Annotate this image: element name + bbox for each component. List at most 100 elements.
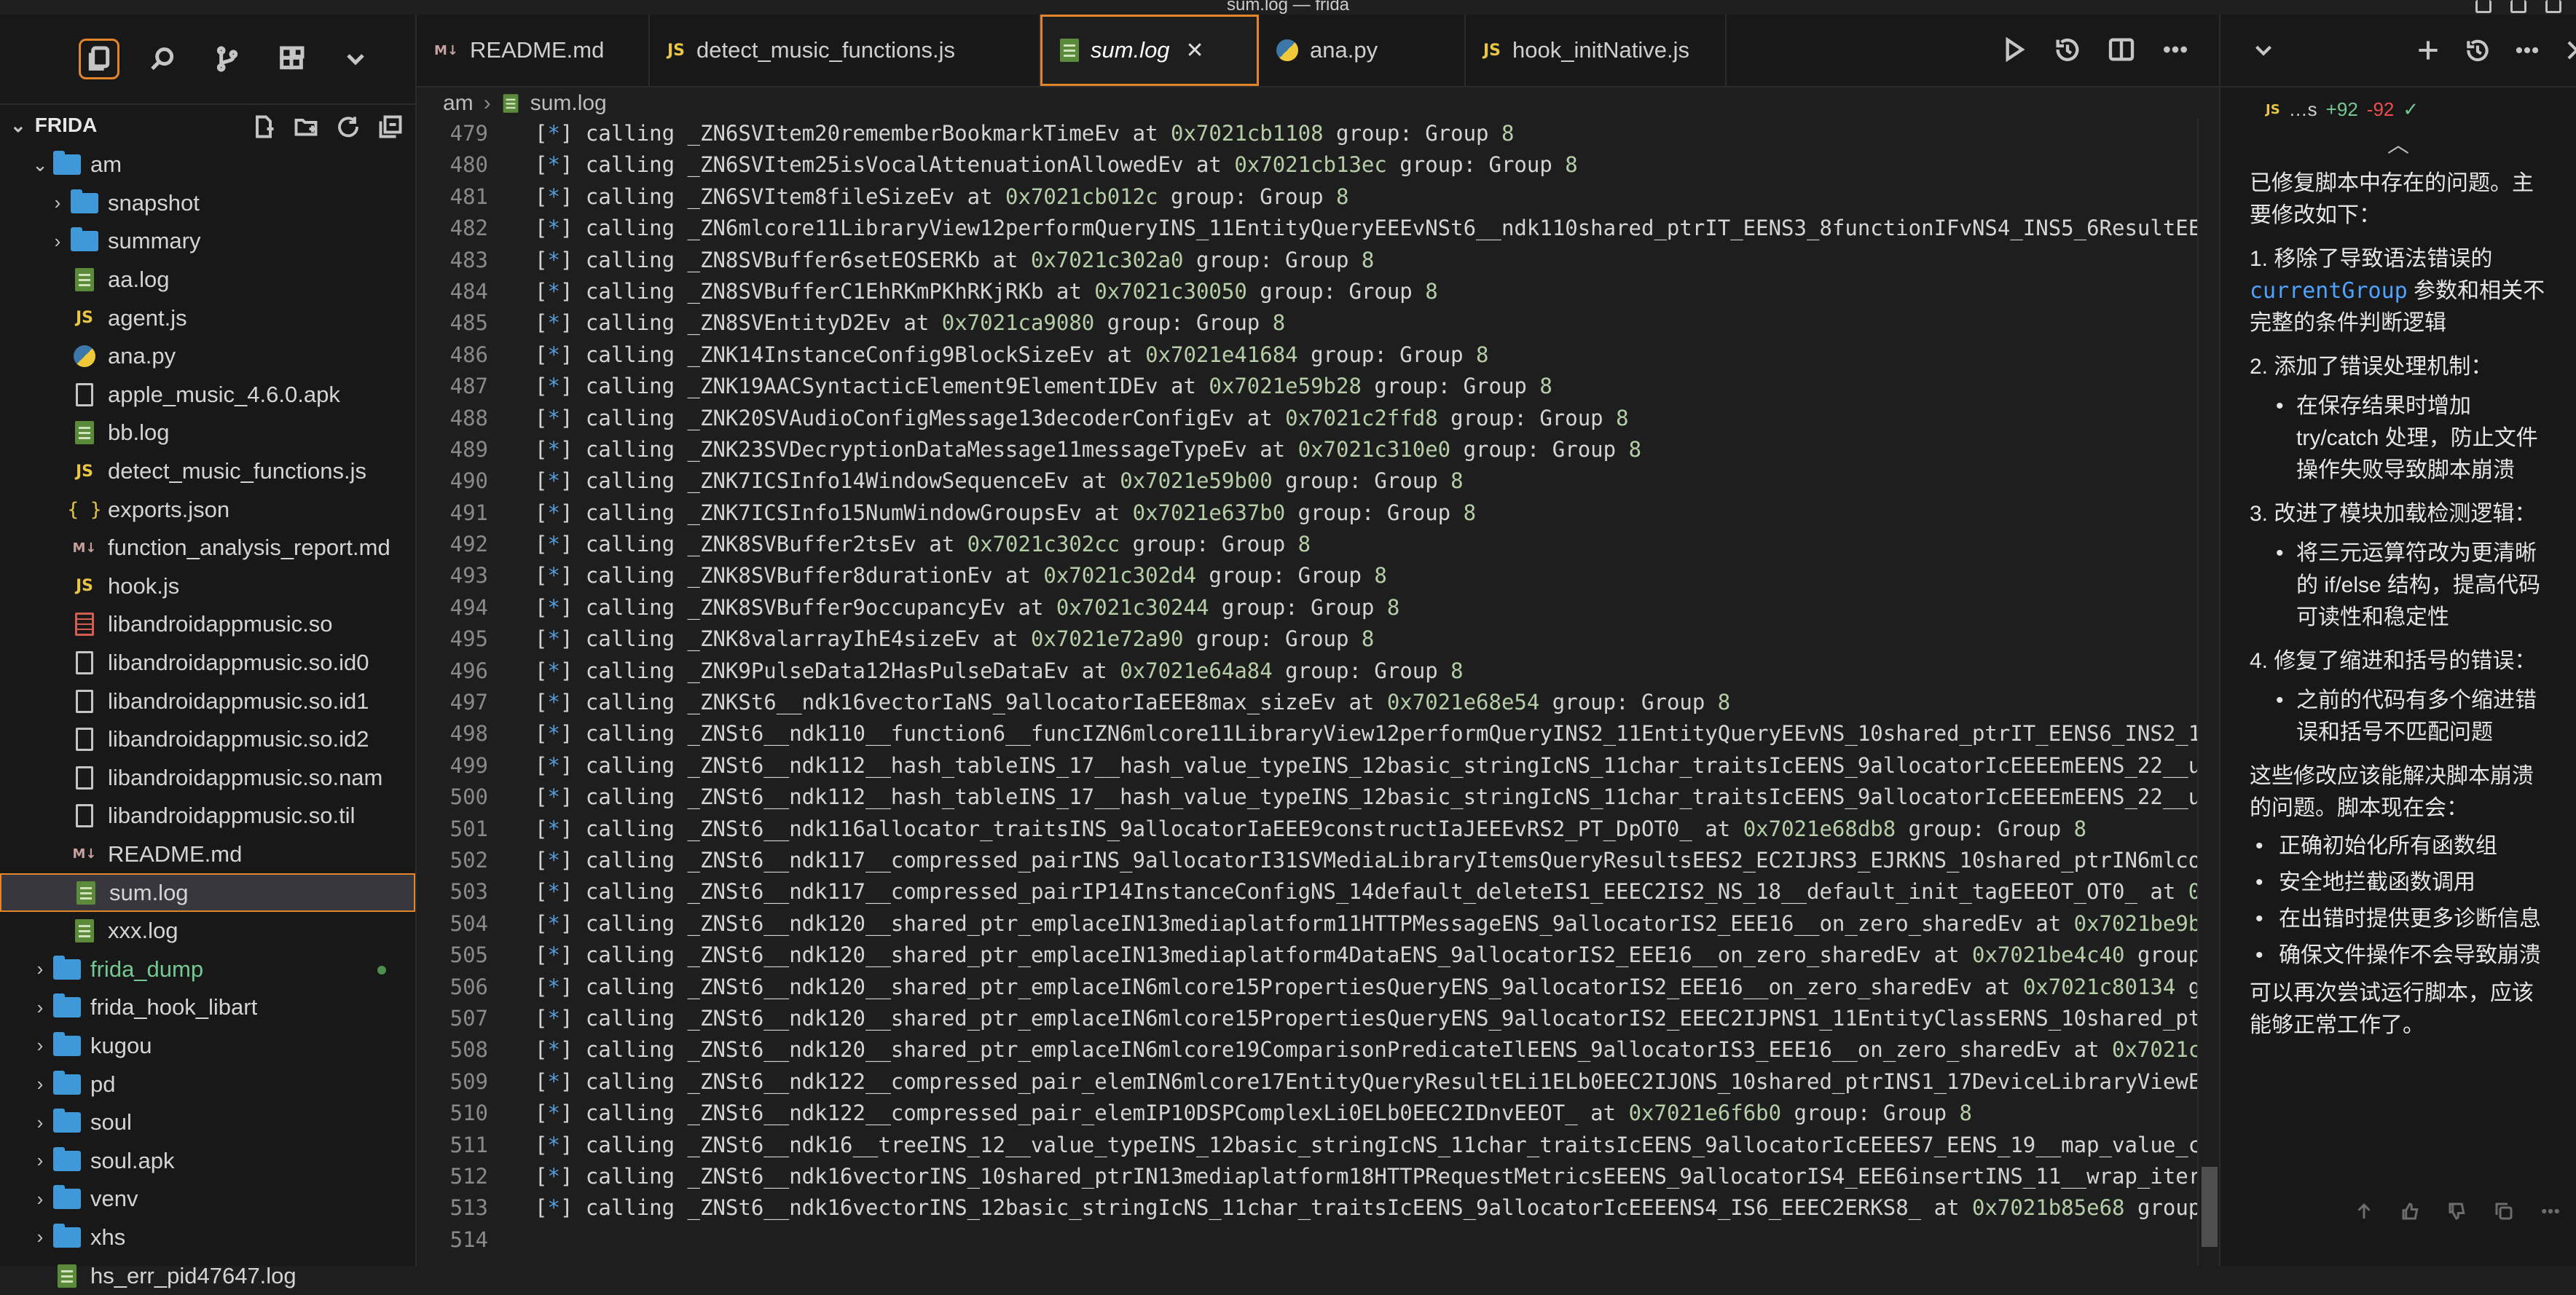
tree-item-label: libandroidappmusic.so.til xyxy=(108,803,356,829)
more-icon[interactable] xyxy=(2513,36,2541,64)
tree-item-label: soul xyxy=(90,1109,132,1135)
address-value: 0x7021e59b00 xyxy=(1120,468,1273,494)
extensions-icon[interactable] xyxy=(271,39,312,79)
tab-readme-md[interactable]: M↓ README.md xyxy=(417,15,650,86)
group-text: group: Group 8 xyxy=(1158,184,1349,209)
tree-file[interactable]: JS agent.js xyxy=(0,299,415,337)
tree-file[interactable]: JS detect_music_functions.js xyxy=(0,452,415,491)
history-icon[interactable] xyxy=(2464,36,2491,64)
new-file-icon[interactable] xyxy=(251,114,277,140)
tree-folder[interactable]: › pd xyxy=(0,1065,415,1103)
refresh-icon[interactable] xyxy=(335,114,361,140)
chevron-up-icon[interactable]: ︿ xyxy=(2220,131,2576,160)
tree-folder[interactable]: › soul.apk xyxy=(0,1141,415,1180)
file-icon-wrapper xyxy=(68,804,101,828)
code-text: [*] calling _ZNK23SVDecryptionDataMessag… xyxy=(535,436,1642,462)
tree-file[interactable]: sum.log xyxy=(0,873,415,912)
code-view[interactable]: 479 [*] calling _ZN6SVItem20rememberBookm… xyxy=(417,118,2219,1266)
tree-file[interactable]: apple_music_4.6.0.apk xyxy=(0,376,415,414)
code-text: [*] calling _ZNK19AACSyntacticElement9El… xyxy=(535,374,1552,399)
thumbs-down-icon[interactable] xyxy=(2446,1200,2468,1222)
code-line: 488 [*] calling _ZNK20SVAudioConfigMessag… xyxy=(417,403,2219,434)
chevron-down-icon[interactable] xyxy=(2250,36,2277,64)
code-text: [*] calling _ZNSt6__ndk117__compressed_p… xyxy=(535,845,2219,876)
tree-folder[interactable]: ⌄ am xyxy=(0,146,415,184)
tree-file[interactable]: libandroidappmusic.so.id1 xyxy=(0,682,415,720)
tree-folder[interactable]: › venv xyxy=(0,1180,415,1219)
tab-ana-py[interactable]: ana.py xyxy=(1259,15,1466,86)
source-control-icon[interactable] xyxy=(207,39,248,79)
tree-file[interactable]: libandroidappmusic.so xyxy=(0,605,415,644)
explorer-icon[interactable] xyxy=(79,39,119,79)
tree-file[interactable]: libandroidappmusic.so.nam xyxy=(0,759,415,798)
tree-folder[interactable]: › snapshot xyxy=(0,184,415,223)
run-icon[interactable] xyxy=(1999,35,2028,64)
tree-folder[interactable]: › kugou xyxy=(0,1027,415,1066)
tree-folder[interactable]: › xhs xyxy=(0,1219,415,1257)
more-icon[interactable] xyxy=(2540,1200,2561,1222)
tree-file[interactable]: ana.py xyxy=(0,337,415,376)
editor-scrollbar[interactable] xyxy=(2197,118,2219,1266)
tab-hook-initnative-js[interactable]: JS hook_initNative.js xyxy=(1466,15,1727,86)
new-chat-icon[interactable] xyxy=(2414,36,2442,64)
toggle-sidebar-icon[interactable] xyxy=(2475,0,2491,13)
address-value: 0x7021b85e68 xyxy=(1971,1195,2125,1221)
timeline-icon[interactable] xyxy=(2053,35,2082,64)
tree-file[interactable]: bb.log xyxy=(0,414,415,452)
code-line: 506 [*] calling _ZNSt6__ndk120__shared_pt… xyxy=(417,972,2219,1003)
line-number: 491 xyxy=(449,500,488,525)
editor-actions xyxy=(1999,35,2190,64)
folder-icon xyxy=(71,189,98,213)
close-icon[interactable]: ✕ xyxy=(1186,38,1204,63)
folder-icon xyxy=(53,955,81,980)
split-editor-icon[interactable] xyxy=(2107,35,2136,64)
tab-sum-log[interactable]: sum.log ✕ xyxy=(1040,15,1259,86)
collapse-all-icon[interactable] xyxy=(377,114,404,140)
chevron-down-icon[interactable] xyxy=(335,39,376,79)
tree-file[interactable]: JS hook.js xyxy=(0,567,415,606)
breadcrumb-folder[interactable]: am xyxy=(443,91,474,116)
tree-file[interactable]: aa.log xyxy=(0,261,415,299)
json-file-icon-wrapper: { } xyxy=(68,499,102,521)
folder-icon xyxy=(53,993,81,1018)
thumbs-up-icon[interactable] xyxy=(2400,1200,2422,1222)
tree-file[interactable]: libandroidappmusic.so.til xyxy=(0,797,415,835)
scrollbar-thumb[interactable] xyxy=(2202,1167,2218,1247)
code-text: [*] calling _ZN6SVItem20rememberBookmark… xyxy=(535,121,1515,146)
file-icon xyxy=(76,382,93,406)
code-line: 483 [*] calling _ZN8SVBuffer6setEOSERKb a… xyxy=(417,245,2219,276)
tree-file[interactable]: M↓ README.md xyxy=(0,835,415,874)
log-file-icon xyxy=(75,421,94,445)
workspace-folder-header[interactable]: ⌄ FRIDA xyxy=(0,105,415,146)
js-file-icon: JS xyxy=(1483,41,1501,60)
toggle-secondary-sidebar-icon[interactable] xyxy=(2545,0,2561,13)
tree-folder[interactable]: › soul xyxy=(0,1103,415,1142)
tree-folder[interactable]: › frida_hook_libart xyxy=(0,988,415,1027)
tree-file[interactable]: M↓ function_analysis_report.md xyxy=(0,529,415,567)
tree-folder[interactable]: › summary xyxy=(0,222,415,261)
tree-folder[interactable]: › frida_dump xyxy=(0,950,415,988)
line-number: 498 xyxy=(449,721,488,747)
symbol-name: _ZNSt6__ndk120__shared_ptr_emplaceIN13me… xyxy=(687,910,2023,936)
tree-file[interactable]: hs_err_pid47647.log xyxy=(0,1256,415,1295)
changed-file-summary[interactable]: JS …s +92 -92 ✓ xyxy=(2220,87,2576,131)
js-file-icon: JS xyxy=(75,577,94,596)
breadcrumb-file[interactable]: sum.log xyxy=(530,91,607,116)
close-icon[interactable] xyxy=(2563,36,2576,64)
code-line: 480 [*] calling _ZN6SVItem25isVocalAttenu… xyxy=(417,149,2219,181)
tree-file[interactable]: libandroidappmusic.so.id2 xyxy=(0,720,415,759)
code-line: 497 [*] calling _ZNKSt6__ndk16vectorIaNS_… xyxy=(417,687,2219,718)
arrow-up-icon[interactable] xyxy=(2353,1200,2375,1222)
search-icon[interactable] xyxy=(143,39,184,79)
tab-detect-music-functions-js[interactable]: JS detect_music_functions.js xyxy=(650,15,1040,86)
copy-icon[interactable] xyxy=(2493,1200,2515,1222)
tree-file[interactable]: xxx.log xyxy=(0,912,415,950)
symbol-name: _ZNSt6__ndk16__treeINS_12__value_typeINS… xyxy=(687,1132,2219,1157)
toggle-panel-icon[interactable] xyxy=(2510,0,2526,13)
explorer-sidebar: ⌄ FRIDA ⌄ am › snapshot › summary aa.log JS agen… xyxy=(0,15,417,1288)
tree-file[interactable]: libandroidappmusic.so.id0 xyxy=(0,644,415,682)
tree-file[interactable]: { } exports.json xyxy=(0,490,415,529)
new-folder-icon[interactable] xyxy=(293,114,319,140)
address-value: 0x7021e59b28 xyxy=(1209,374,1362,399)
more-icon[interactable] xyxy=(2161,35,2190,64)
